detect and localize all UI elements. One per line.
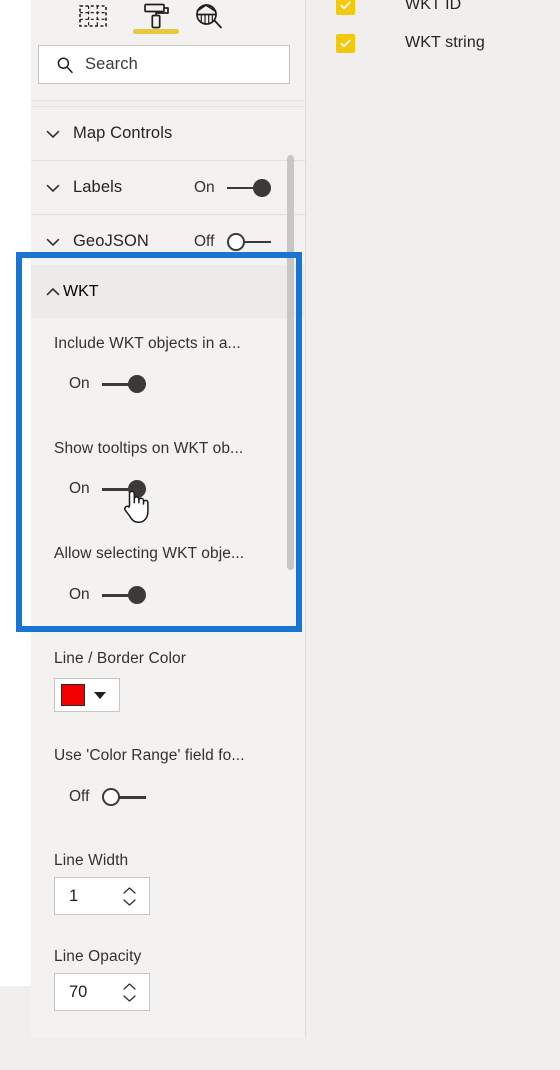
toggle-track[interactable]: [102, 375, 146, 393]
app-root: WKT ID WKT string Search Map Controls La…: [0, 0, 560, 1070]
checkbox-checked-icon[interactable]: [336, 33, 355, 53]
gutter-bottom-strip: [0, 986, 31, 1038]
chevron-down-icon[interactable]: [122, 898, 137, 907]
format-pane: Search Map Controls Labels On GeoJSON Of…: [31, 0, 306, 1038]
chevron-down-icon: [43, 232, 63, 252]
pane-scrollbar-track[interactable]: [293, 100, 305, 1030]
section-header-map-controls[interactable]: Map Controls: [31, 107, 305, 160]
toggle-state-label: On: [69, 480, 90, 497]
property-label-include-wkt: Include WKT objects in a...: [54, 335, 241, 352]
section-header-wkt[interactable]: WKT: [31, 265, 305, 318]
toggle-track[interactable]: [102, 788, 146, 806]
chevron-down-icon: [43, 178, 63, 198]
active-tab-indicator: [133, 29, 179, 34]
field-list: WKT ID WKT string: [336, 0, 546, 62]
property-label-line-width: Line Width: [54, 852, 129, 869]
pane-tab-strip: [31, 0, 305, 37]
toggle-show-tooltips-wkt[interactable]: On: [69, 480, 146, 498]
canvas-bottom-strip: [0, 1038, 560, 1070]
chevron-down-icon[interactable]: [122, 994, 137, 1003]
section-body-wkt: Include WKT objects in a... On Show tool…: [31, 318, 305, 628]
property-label-line-opacity: Line Opacity: [54, 948, 142, 965]
tab-build-fields[interactable]: [65, 0, 121, 32]
spinner-arrows: [122, 982, 137, 1003]
search-placeholder: Search: [85, 55, 138, 73]
property-label-show-tooltips: Show tooltips on WKT ob...: [54, 440, 244, 457]
checkbox-checked-icon[interactable]: [336, 0, 355, 15]
spinner-line-width[interactable]: 1: [54, 877, 150, 915]
toggle-state-label: Off: [69, 788, 90, 805]
report-canvas: [306, 0, 560, 1038]
analytics-magnifier-icon: [192, 2, 226, 32]
section-title: Map Controls: [73, 124, 173, 142]
field-list-item[interactable]: WKT string: [336, 24, 546, 62]
section-header-labels[interactable]: Labels On: [31, 161, 305, 214]
property-label-allow-selecting: Allow selecting WKT obje...: [54, 545, 245, 562]
fields-grid-icon: [76, 2, 110, 32]
toggle-track[interactable]: [102, 480, 146, 498]
toggle-state-label: On: [69, 375, 90, 392]
property-label-color-range: Use 'Color Range' field fo...: [54, 747, 245, 764]
search-input[interactable]: Search: [38, 45, 290, 84]
chevron-down-icon[interactable]: [94, 691, 106, 699]
chevron-up-icon[interactable]: [122, 886, 137, 895]
section-title: WKT: [63, 282, 99, 300]
section-header-geojson[interactable]: GeoJSON Off: [31, 215, 305, 268]
toggle-state-label: On: [69, 586, 90, 603]
toggle-geojson[interactable]: Off: [194, 232, 271, 251]
spinner-line-opacity[interactable]: 70: [54, 973, 150, 1011]
chevron-up-icon: [43, 282, 63, 302]
spinner-value: 70: [69, 982, 88, 1001]
section-title: Labels: [73, 178, 123, 196]
chevron-up-icon[interactable]: [122, 982, 137, 991]
toggle-state-label: On: [194, 178, 215, 196]
color-picker-line-border[interactable]: [54, 678, 120, 712]
toggle-allow-selecting-wkt[interactable]: On: [69, 586, 146, 604]
toggle-labels[interactable]: On: [194, 178, 271, 197]
field-list-item[interactable]: WKT ID: [336, 0, 546, 24]
toggle-state-label: Off: [194, 232, 215, 250]
tab-analytics[interactable]: [181, 0, 237, 32]
section-title: GeoJSON: [73, 232, 149, 250]
spinner-value: 1: [69, 886, 79, 905]
chevron-down-icon: [43, 124, 63, 144]
search-icon: [56, 56, 74, 74]
color-swatch[interactable]: [61, 684, 85, 706]
toggle-include-wkt-objects[interactable]: On: [69, 375, 146, 393]
divider: [31, 100, 305, 101]
spinner-arrows: [122, 886, 137, 907]
toggle-track[interactable]: [227, 178, 271, 197]
property-label-line-border-color: Line / Border Color: [54, 650, 186, 667]
toggle-track[interactable]: [102, 586, 146, 604]
toggle-track[interactable]: [227, 232, 271, 251]
tab-format[interactable]: [127, 0, 183, 32]
field-label: WKT string: [405, 34, 485, 51]
paint-roller-icon: [138, 2, 172, 32]
pane-scrollbar-thumb[interactable]: [287, 155, 294, 570]
panel-left-gutter: [0, 0, 31, 986]
toggle-use-color-range-field[interactable]: Off: [69, 788, 146, 806]
field-label: WKT ID: [405, 0, 462, 13]
